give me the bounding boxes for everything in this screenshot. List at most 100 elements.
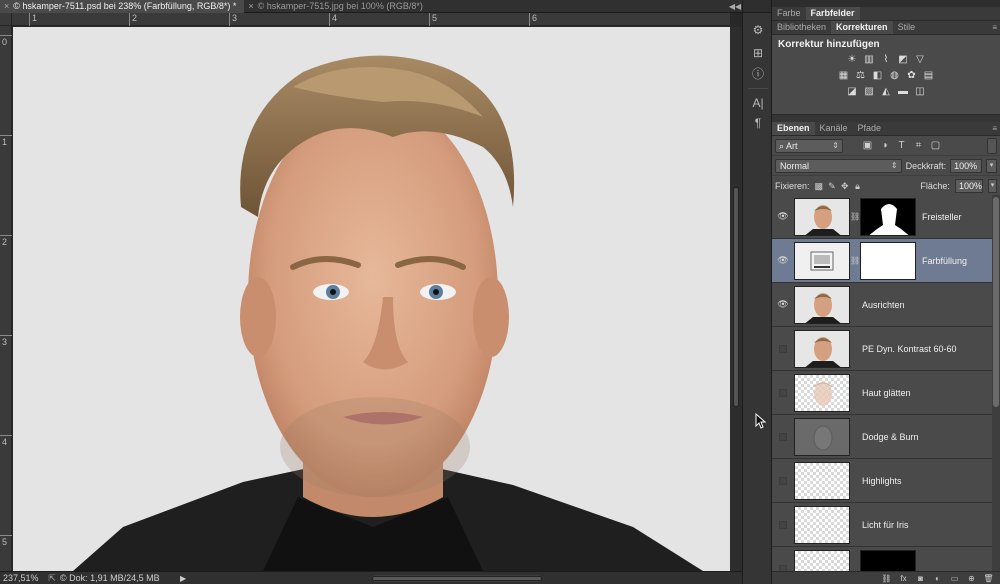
link-icon[interactable]: ⛓ <box>881 574 892 583</box>
new-layer-icon[interactable]: ⊕ <box>966 574 977 583</box>
info-icon[interactable]: ⓘ <box>750 66 766 82</box>
canvas-horizontal-scrollbar[interactable] <box>372 574 542 582</box>
layer-name[interactable]: Farbfüllung <box>922 256 967 266</box>
fx-icon[interactable]: fx <box>898 574 909 583</box>
character-icon[interactable]: A| <box>750 95 766 111</box>
layer-thumbnail[interactable] <box>794 285 850 324</box>
fill-dropdown-icon[interactable]: ▾ <box>987 178 997 193</box>
curves-icon[interactable]: ⌇ <box>880 54 893 66</box>
filter-toggle[interactable] <box>987 137 997 154</box>
layer-name[interactable]: Dodge & Burn <box>862 432 919 442</box>
layer-name[interactable]: Haut glätten <box>862 388 911 398</box>
visibility-eye-icon[interactable]: 👁︎ <box>772 211 794 222</box>
color-lookup-icon[interactable]: ▤ <box>922 70 935 82</box>
visibility-eye-icon[interactable]: 👁︎ <box>772 299 794 310</box>
tab-stile[interactable]: Stile <box>893 21 921 34</box>
panel-menu-icon[interactable]: ≡ <box>992 124 997 133</box>
layer-row[interactable]: Highlights <box>772 459 992 503</box>
fill-field[interactable]: 100% <box>954 178 983 193</box>
filter-shape-icon[interactable]: ⌗ <box>912 140 925 152</box>
levels-icon[interactable]: ▥ <box>863 54 876 66</box>
group-icon[interactable]: ▭ <box>949 574 960 583</box>
adjustment-icon[interactable]: ◐ <box>932 574 943 583</box>
lock-position-icon[interactable]: ✥ <box>841 181 849 191</box>
filter-adjustment-icon[interactable]: ◑ <box>878 140 891 152</box>
brightness-icon[interactable]: ☀ <box>846 54 859 66</box>
paragraph-icon[interactable]: ¶ <box>750 115 766 131</box>
layer-thumbnail[interactable] <box>794 549 850 571</box>
opacity-dropdown-icon[interactable]: ▾ <box>986 158 997 173</box>
trash-icon[interactable]: 🗑︎ <box>983 574 994 583</box>
visibility-toggle[interactable] <box>779 520 787 529</box>
exposure-icon[interactable]: ◩ <box>897 54 910 66</box>
tab-farbe[interactable]: Farbe <box>772 7 806 20</box>
channel-mixer-icon[interactable]: ✿ <box>905 70 918 82</box>
link-chain-icon[interactable]: ⛓ <box>850 212 860 221</box>
layer-name[interactable]: PE Dyn. Kontrast 60-60 <box>862 344 957 354</box>
photo-filter-icon[interactable]: ◍ <box>888 70 901 82</box>
layer-thumbnail[interactable] <box>794 197 850 236</box>
link-chain-icon[interactable]: ⛓ <box>850 256 860 265</box>
blend-mode-select[interactable]: Normal ⇕ <box>775 158 902 173</box>
posterize-icon[interactable]: ▨ <box>863 86 876 98</box>
layer-thumbnail[interactable] <box>794 505 850 544</box>
vibrance-icon[interactable]: ▽ <box>914 54 927 66</box>
threshold-icon[interactable]: ◭ <box>880 86 893 98</box>
document-tab-inactive[interactable]: × © hskamper-7515.jpg bei 100% (RGB/8*) <box>244 0 430 13</box>
layer-thumbnail[interactable] <box>794 329 850 368</box>
layer-name[interactable]: Highlights <box>862 476 902 486</box>
collapse-panels-icon[interactable]: ◀◀ <box>728 0 742 13</box>
layer-row[interactable] <box>772 547 992 571</box>
actions-icon[interactable]: ⊞ <box>750 45 766 61</box>
layer-row[interactable]: 👁︎ Ausrichten <box>772 283 992 327</box>
canvas-vertical-scrollbar[interactable] <box>730 27 742 571</box>
lock-transparency-icon[interactable]: ▩ <box>815 181 824 191</box>
layer-name[interactable]: Ausrichten <box>862 300 905 310</box>
visibility-eye-icon[interactable]: 👁︎ <box>772 255 794 266</box>
close-tab-icon[interactable]: × <box>248 0 253 13</box>
layer-thumbnail[interactable] <box>794 417 850 456</box>
layer-thumbnail[interactable] <box>794 241 850 280</box>
export-icon[interactable]: ⇱ <box>44 573 60 584</box>
scroll-thumb[interactable] <box>372 575 542 581</box>
filter-smart-icon[interactable]: ▢ <box>929 140 942 152</box>
mask-icon[interactable]: ◙ <box>915 574 926 583</box>
layer-name[interactable]: Freisteller <box>922 212 962 222</box>
status-menu-arrow-icon[interactable]: ▶ <box>180 574 192 583</box>
layer-mask-thumbnail[interactable] <box>860 241 916 280</box>
layer-mask-thumbnail[interactable] <box>860 549 916 571</box>
vertical-ruler[interactable]: 0 1 2 3 4 5 <box>0 26 12 571</box>
layer-row[interactable]: Licht für Iris <box>772 503 992 547</box>
gradient-map-icon[interactable]: ▬ <box>897 86 910 98</box>
tab-kanaele[interactable]: Kanäle <box>815 122 853 135</box>
layer-row-selected[interactable]: 👁︎ ⛓ Farbfüllung <box>772 239 992 283</box>
panel-menu-icon[interactable]: ≡ <box>992 23 997 32</box>
scroll-thumb[interactable] <box>733 187 739 407</box>
tab-pfade[interactable]: Pfade <box>853 122 887 135</box>
tab-farbfelder[interactable]: Farbfelder <box>805 7 860 20</box>
zoom-level[interactable]: 237,51% <box>0 573 44 583</box>
close-tab-icon[interactable]: × <box>4 0 9 13</box>
filter-pixel-icon[interactable]: ▣ <box>861 140 874 152</box>
horizontal-ruler[interactable]: 1 2 3 4 5 6 <box>12 13 730 26</box>
selective-color-icon[interactable]: ◫ <box>914 86 927 98</box>
history-icon[interactable]: ⚙ <box>750 22 766 38</box>
document-canvas[interactable] <box>13 27 730 571</box>
invert-icon[interactable]: ◪ <box>846 86 859 98</box>
filter-type-icon[interactable]: T <box>895 140 908 152</box>
layer-mask-thumbnail[interactable] <box>860 197 916 236</box>
visibility-toggle[interactable] <box>779 344 787 353</box>
visibility-toggle[interactable] <box>779 388 787 397</box>
layers-scrollbar[interactable] <box>992 195 1000 571</box>
layer-row[interactable]: PE Dyn. Kontrast 60-60 <box>772 327 992 371</box>
tab-bibliotheken[interactable]: Bibliotheken <box>772 21 831 34</box>
layer-row[interactable]: Haut glätten <box>772 371 992 415</box>
opacity-field[interactable]: 100% <box>950 158 983 173</box>
hue-saturation-icon[interactable]: ▦ <box>837 70 850 82</box>
lock-pixels-icon[interactable]: ✎ <box>828 181 836 191</box>
layer-row[interactable]: Dodge & Burn <box>772 415 992 459</box>
visibility-toggle[interactable] <box>779 432 787 441</box>
layer-filter-select[interactable]: ⌕ Art ⇕ <box>775 138 843 153</box>
layer-thumbnail[interactable] <box>794 461 850 500</box>
lock-all-icon[interactable]: 🔒︎ <box>854 181 862 191</box>
